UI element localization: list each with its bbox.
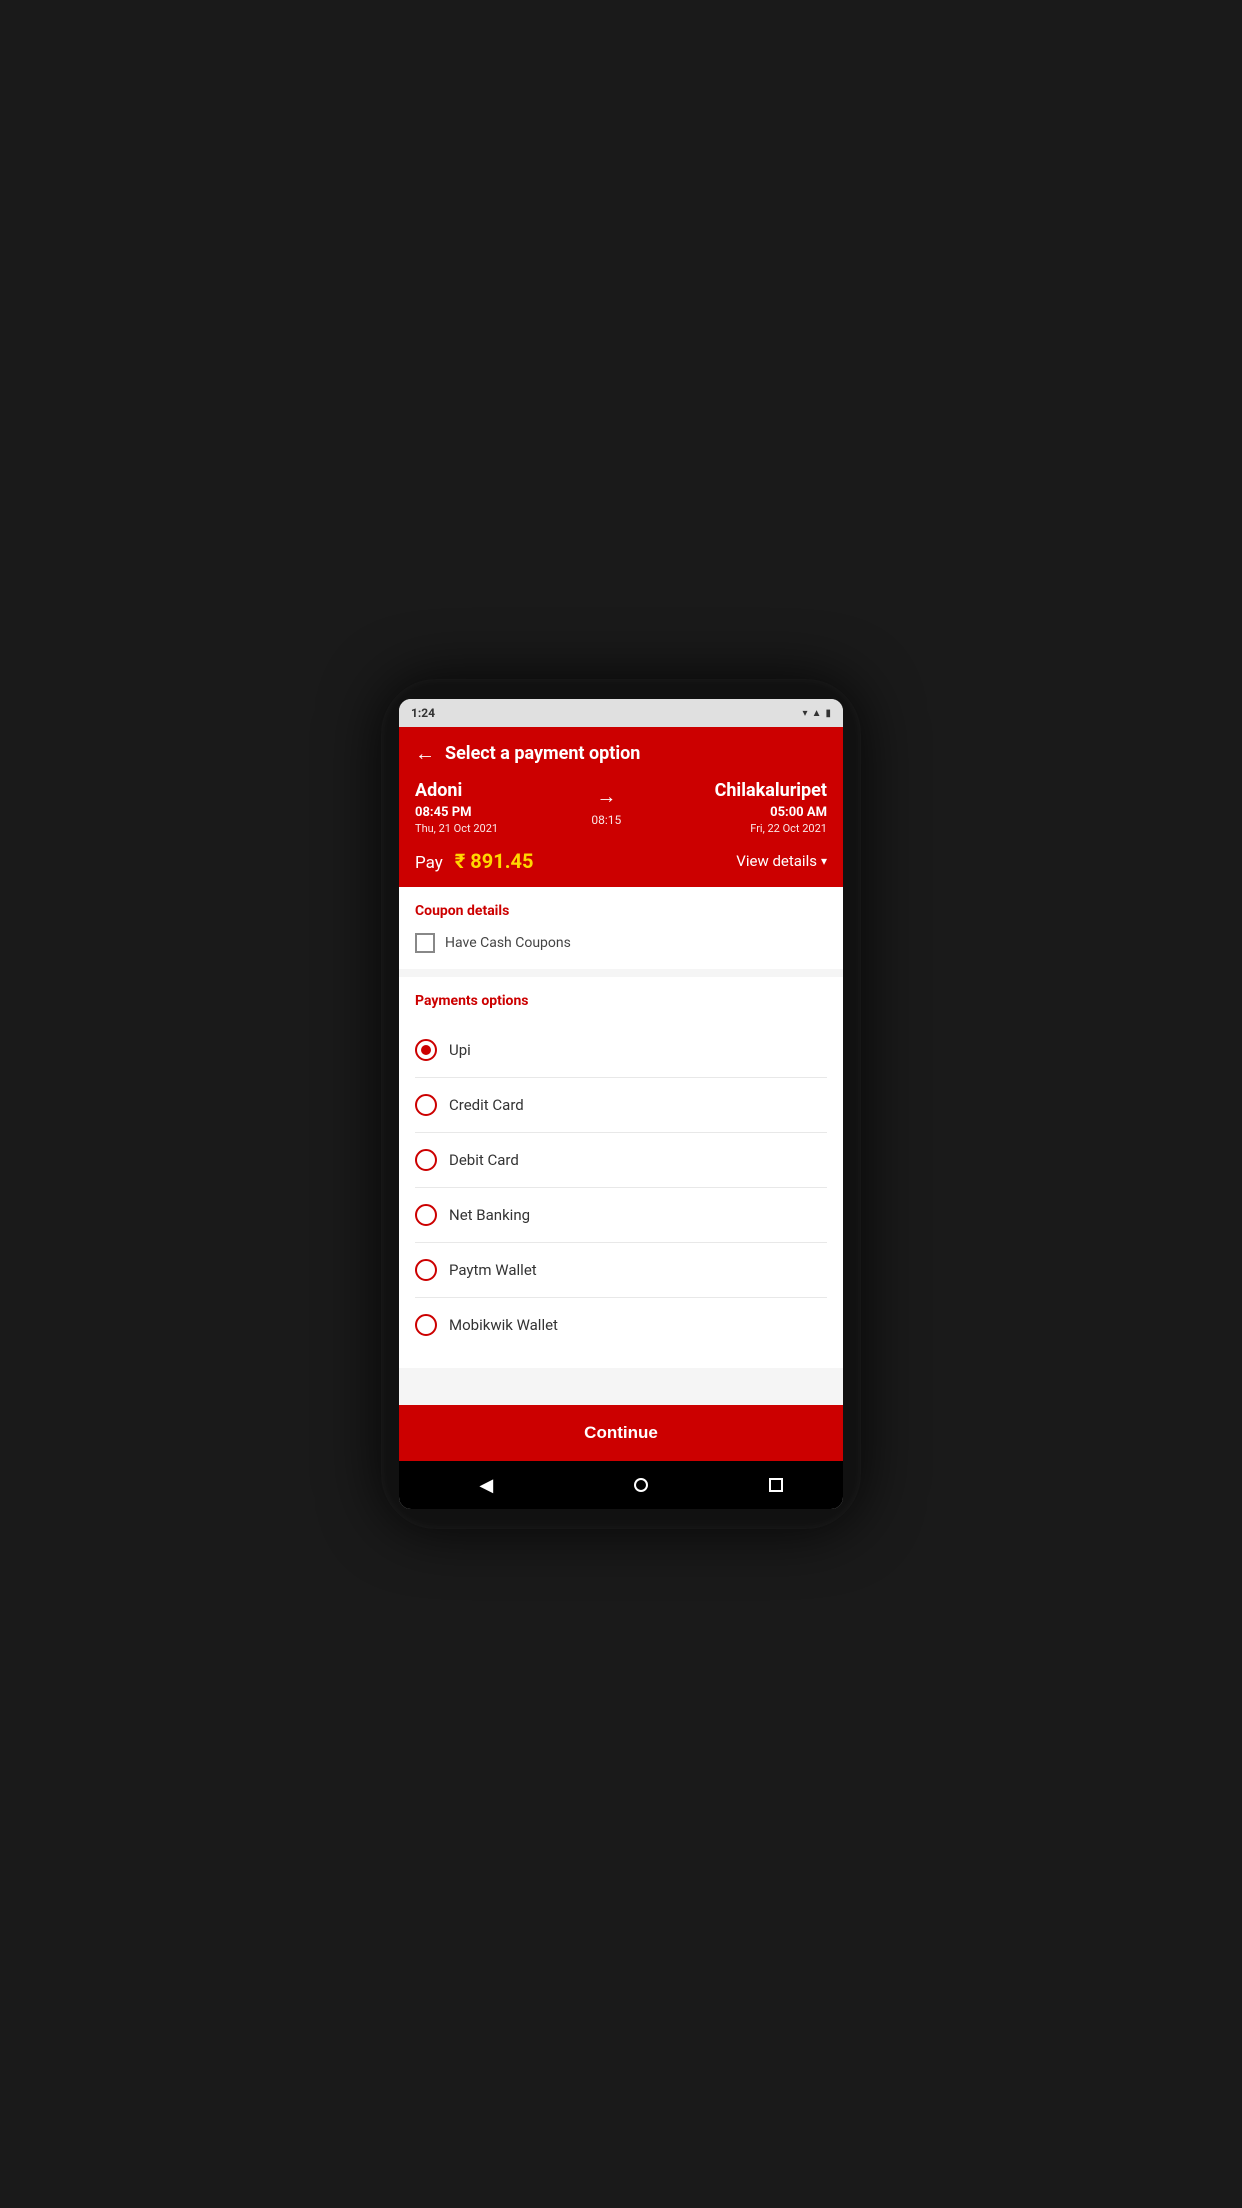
main-content: Coupon details Have Cash Coupons Payment… xyxy=(399,887,843,1405)
radio-credit-card[interactable] xyxy=(415,1094,437,1116)
coupon-row[interactable]: Have Cash Coupons xyxy=(415,933,827,953)
to-station: Chilakaluripet 05:00 AM Fri, 22 Oct 2021 xyxy=(715,780,827,835)
cash-coupon-checkbox[interactable] xyxy=(415,933,435,953)
from-date: Thu, 21 Oct 2021 xyxy=(415,822,498,835)
back-button[interactable]: ← xyxy=(415,741,435,766)
payment-label-upi: Upi xyxy=(449,1041,471,1059)
view-details-button[interactable]: View details ▾ xyxy=(736,852,827,870)
payment-label-net-banking: Net Banking xyxy=(449,1206,530,1224)
page-title: Select a payment option xyxy=(445,743,640,764)
to-date: Fri, 22 Oct 2021 xyxy=(715,822,827,835)
radio-upi[interactable] xyxy=(415,1039,437,1061)
journey-middle: → 08:15 xyxy=(591,780,621,827)
payment-option-net-banking[interactable]: Net Banking xyxy=(415,1188,827,1243)
chevron-down-icon: ▾ xyxy=(821,854,827,868)
phone-screen: 1:24 ▾ ▲ ▮ ← Select a payment option Ado… xyxy=(399,699,843,1509)
payment-option-credit-card[interactable]: Credit Card xyxy=(415,1078,827,1133)
radio-debit-card[interactable] xyxy=(415,1149,437,1171)
recents-nav-button[interactable] xyxy=(769,1478,783,1492)
journey-info: Adoni 08:45 PM Thu, 21 Oct 2021 → 08:15 … xyxy=(415,780,827,835)
payments-section: Payments options Upi Credit Card Debit xyxy=(399,977,843,1368)
payment-option-upi[interactable]: Upi xyxy=(415,1023,827,1078)
status-icons: ▾ ▲ ▮ xyxy=(803,708,831,719)
battery-icon: ▮ xyxy=(825,708,831,719)
header-title-row: ← Select a payment option xyxy=(415,741,827,766)
continue-button[interactable]: Continue xyxy=(399,1405,843,1461)
to-time: 05:00 AM xyxy=(715,805,827,820)
nav-bar: ◀ xyxy=(399,1461,843,1509)
status-bar: 1:24 ▾ ▲ ▮ xyxy=(399,699,843,727)
from-station-name: Adoni xyxy=(415,780,498,801)
pay-info: Pay ₹ 891.45 xyxy=(415,849,533,873)
wifi-icon: ▾ xyxy=(803,708,808,719)
payment-label-debit-card: Debit Card xyxy=(449,1151,519,1169)
pay-label: Pay xyxy=(415,853,443,873)
status-time: 1:24 xyxy=(411,706,435,720)
arrow-icon: → xyxy=(596,784,616,809)
payment-label-paytm-wallet: Paytm Wallet xyxy=(449,1261,537,1279)
cash-coupon-label: Have Cash Coupons xyxy=(445,935,571,951)
from-station: Adoni 08:45 PM Thu, 21 Oct 2021 xyxy=(415,780,498,835)
signal-icon: ▲ xyxy=(812,708,822,719)
radio-net-banking[interactable] xyxy=(415,1204,437,1226)
payment-option-debit-card[interactable]: Debit Card xyxy=(415,1133,827,1188)
from-time: 08:45 PM xyxy=(415,805,498,820)
radio-mobikwik-wallet[interactable] xyxy=(415,1314,437,1336)
view-details-label: View details xyxy=(736,852,817,870)
radio-upi-inner xyxy=(421,1045,431,1055)
coupon-section: Coupon details Have Cash Coupons xyxy=(399,887,843,969)
to-station-name: Chilakaluripet xyxy=(715,780,827,801)
header: ← Select a payment option Adoni 08:45 PM… xyxy=(399,727,843,887)
payment-label-mobikwik-wallet: Mobikwik Wallet xyxy=(449,1316,558,1334)
radio-paytm-wallet[interactable] xyxy=(415,1259,437,1281)
payment-option-mobikwik-wallet[interactable]: Mobikwik Wallet xyxy=(415,1298,827,1352)
back-nav-button[interactable]: ◀ xyxy=(459,1467,513,1504)
payments-section-title: Payments options xyxy=(415,993,827,1009)
coupon-section-title: Coupon details xyxy=(415,903,827,919)
pay-row: Pay ₹ 891.45 View details ▾ xyxy=(415,849,827,873)
duration: 08:15 xyxy=(591,813,621,827)
phone-frame: 1:24 ▾ ▲ ▮ ← Select a payment option Ado… xyxy=(381,679,861,1529)
payment-label-credit-card: Credit Card xyxy=(449,1096,524,1114)
home-nav-button[interactable] xyxy=(634,1478,648,1492)
pay-amount: ₹ 891.45 xyxy=(455,849,534,873)
payment-option-paytm-wallet[interactable]: Paytm Wallet xyxy=(415,1243,827,1298)
